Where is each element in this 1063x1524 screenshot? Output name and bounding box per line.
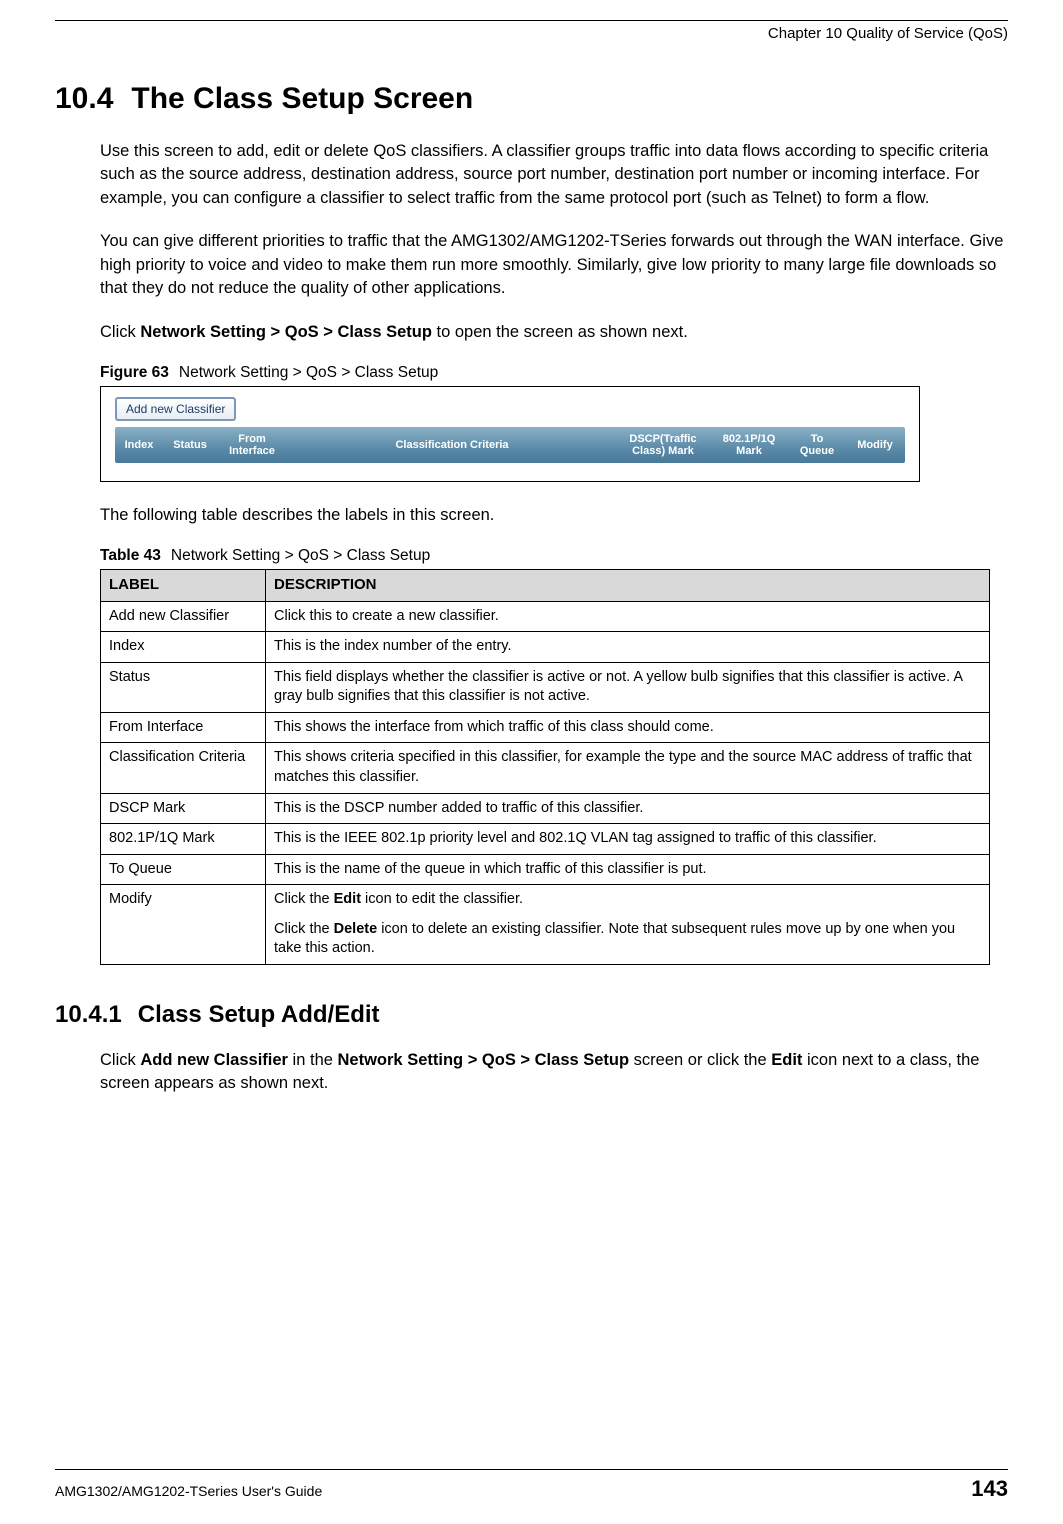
chapter-header: Chapter 10 Quality of Service (QoS)	[55, 25, 1008, 42]
figure-screenshot: Add new Classifier Index Status From Int…	[100, 386, 920, 482]
row-label: 802.1P/1Q Mark	[101, 824, 266, 855]
row-label: DSCP Mark	[101, 793, 266, 824]
sub-text: screen or click the	[629, 1051, 771, 1069]
col-dscp-mark: DSCP(Traffic Class) Mark	[617, 433, 709, 457]
table-row: Index This is the index number of the en…	[101, 632, 990, 663]
row-desc: This shows criteria specified in this cl…	[266, 743, 990, 793]
table-intro: The following table describes the labels…	[100, 504, 1008, 527]
table-row: To Queue This is the name of the queue i…	[101, 854, 990, 885]
sub-text: Click	[100, 1051, 140, 1069]
section-paragraph-1: Use this screen to add, edit or delete Q…	[100, 140, 1008, 210]
description-table: LABEL DESCRIPTION Add new Classifier Cli…	[100, 569, 990, 965]
table-row: Classification Criteria This shows crite…	[101, 743, 990, 793]
sub-text: in the	[288, 1051, 338, 1069]
row-desc: This shows the interface from which traf…	[266, 712, 990, 743]
row-label: Index	[101, 632, 266, 663]
table-caption-text: Network Setting > QoS > Class Setup	[171, 547, 430, 564]
row-desc: This is the index number of the entry.	[266, 632, 990, 663]
subsection-title-text: Class Setup Add/Edit	[138, 1001, 380, 1028]
sub-bold: Network Setting > QoS > Class Setup	[338, 1051, 630, 1069]
col-classification-criteria: Classification Criteria	[287, 439, 617, 451]
section-heading: 10.4 The Class Setup Screen	[55, 82, 1008, 116]
section-number: 10.4	[55, 82, 113, 116]
click-suffix: to open the screen as shown next.	[432, 323, 688, 341]
table-caption: Table 43 Network Setting > QoS > Class Se…	[100, 547, 1008, 565]
modify-text: icon to edit the classifier.	[361, 891, 523, 907]
subsection-paragraph: Click Add new Classifier in the Network …	[100, 1049, 1008, 1096]
subsection-heading: 10.4.1 Class Setup Add/Edit	[55, 1001, 1008, 1029]
modify-edit-bold: Edit	[334, 891, 361, 907]
row-label: From Interface	[101, 712, 266, 743]
table-number: Table 43	[100, 547, 161, 564]
figure-caption: Figure 63 Network Setting > QoS > Class S…	[100, 364, 1008, 382]
footer-page-number: 143	[971, 1476, 1008, 1502]
modify-delete-bold: Delete	[334, 921, 378, 937]
row-desc: This is the name of the queue in which t…	[266, 854, 990, 885]
section-click-instruction: Click Network Setting > QoS > Class Setu…	[100, 321, 1008, 344]
row-desc: This is the DSCP number added to traffic…	[266, 793, 990, 824]
col-from-interface: From Interface	[217, 433, 287, 457]
footer-guide-title: AMG1302/AMG1202-TSeries User's Guide	[55, 1483, 322, 1499]
row-desc: This is the IEEE 802.1p priority level a…	[266, 824, 990, 855]
click-path: Network Setting > QoS > Class Setup	[140, 323, 432, 341]
modify-text: Click the	[274, 891, 334, 907]
col-status: Status	[163, 439, 217, 451]
row-desc: This field displays whether the classifi…	[266, 662, 990, 712]
row-label: Add new Classifier	[101, 601, 266, 632]
sub-bold: Edit	[771, 1051, 802, 1069]
sub-bold: Add new Classifier	[140, 1051, 288, 1069]
modify-text: icon to delete an existing classifier. N…	[274, 921, 955, 957]
col-index: Index	[115, 439, 163, 451]
click-prefix: Click	[100, 323, 140, 341]
figure-number: Figure 63	[100, 364, 169, 381]
col-to-queue: To Queue	[789, 433, 845, 457]
table-row: From Interface This shows the interface …	[101, 712, 990, 743]
row-label: Status	[101, 662, 266, 712]
col-modify: Modify	[845, 439, 905, 451]
row-label: Modify	[101, 885, 266, 965]
row-desc: Click this to create a new classifier.	[266, 601, 990, 632]
section-title-text: The Class Setup Screen	[131, 82, 473, 115]
table-header-description: DESCRIPTION	[266, 570, 990, 601]
row-label: To Queue	[101, 854, 266, 885]
modify-text: Click the	[274, 921, 334, 937]
table-header-bar: Index Status From Interface Classificati…	[115, 427, 905, 463]
row-desc: Click the Edit icon to edit the classifi…	[266, 885, 990, 965]
table-row: Status This field displays whether the c…	[101, 662, 990, 712]
subsection-number: 10.4.1	[55, 1001, 122, 1029]
table-row: Add new Classifier Click this to create …	[101, 601, 990, 632]
col-8021-mark: 802.1P/1Q Mark	[709, 433, 789, 457]
table-row: Modify Click the Edit icon to edit the c…	[101, 885, 990, 965]
figure-caption-text: Network Setting > QoS > Class Setup	[179, 364, 438, 381]
row-label: Classification Criteria	[101, 743, 266, 793]
add-new-classifier-button[interactable]: Add new Classifier	[115, 397, 236, 421]
table-row: 802.1P/1Q Mark This is the IEEE 802.1p p…	[101, 824, 990, 855]
table-header-label: LABEL	[101, 570, 266, 601]
section-paragraph-2: You can give different priorities to tra…	[100, 230, 1008, 300]
table-row: DSCP Mark This is the DSCP number added …	[101, 793, 990, 824]
